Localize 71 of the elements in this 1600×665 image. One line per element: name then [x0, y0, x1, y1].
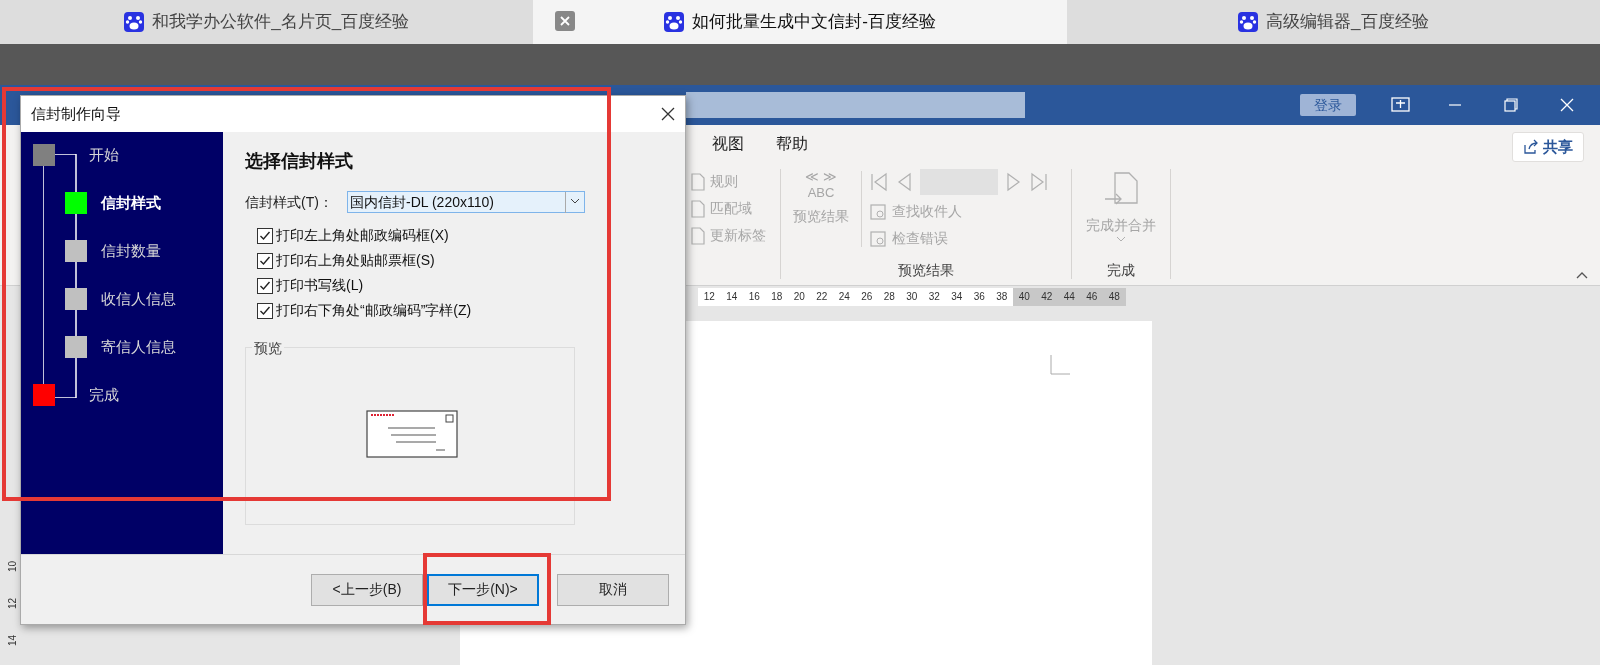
group-label: 预览结果 — [897, 261, 955, 280]
share-button[interactable]: 共享 — [1512, 132, 1584, 162]
collapse-icon[interactable] — [1576, 271, 1588, 279]
tab-title: 如何批量生成中文信封-百度经验 — [692, 11, 936, 34]
find-icon — [870, 202, 888, 221]
ruler-number: 46 — [1080, 287, 1103, 306]
document-icon — [690, 199, 706, 218]
step-label: 信封数量 — [101, 241, 161, 261]
caret-icon — [1116, 236, 1126, 242]
arrows-glyph: ≪ ≫ — [805, 169, 837, 186]
ruler-number: 30 — [900, 287, 923, 306]
document-icon — [690, 226, 706, 245]
margin-corner-icon — [1050, 355, 1070, 375]
step-label: 收信人信息 — [101, 289, 176, 309]
abc-glyph: ABC — [807, 185, 835, 202]
ruler-number: 42 — [1035, 287, 1058, 306]
checkbox[interactable] — [257, 227, 273, 244]
close-icon[interactable] — [661, 107, 675, 121]
dialog-button[interactable]: 下一步(N)> — [427, 573, 539, 606]
ruler-number: 18 — [765, 287, 788, 306]
step-label: 完成 — [89, 385, 119, 405]
dialog-title: 信封制作向导 — [31, 103, 121, 124]
step-label: 开始 — [89, 145, 119, 165]
style-dropdown[interactable]: 国内信封-DL (220x110) — [347, 191, 585, 213]
ruler-number: 32 — [923, 287, 946, 306]
ruler-number: 20 — [788, 287, 811, 306]
checkbox[interactable] — [257, 252, 273, 269]
field-label: 信封样式(T)： — [245, 192, 334, 212]
ruler-number: 26 — [855, 287, 878, 306]
ruler-number: 16 — [743, 287, 766, 306]
ruler-number: 10 — [6, 560, 19, 573]
login-button[interactable]: 登录 — [1300, 94, 1356, 116]
ruler-number: 14 — [6, 634, 19, 647]
document-icon — [690, 172, 706, 191]
paw-icon — [664, 12, 685, 32]
ruler-number: 48 — [1103, 287, 1126, 306]
option-label: 打印书写线(L) — [276, 276, 364, 295]
ruler-number: 28 — [878, 287, 901, 306]
ruler-number: 12 — [6, 597, 19, 610]
tab-title: 高级编辑器_百度经验 — [1266, 11, 1429, 34]
dialog-button[interactable]: <上一步(B) — [311, 573, 423, 606]
check-icon — [870, 229, 888, 248]
group-label: 完成 — [1107, 261, 1135, 280]
ribbon-display-icon[interactable] — [1390, 96, 1412, 114]
checkbox[interactable] — [257, 277, 273, 294]
ruler-number: 12 — [698, 287, 721, 306]
step-heading: 选择信封样式 — [245, 150, 354, 173]
ruler-number: 38 — [990, 287, 1013, 306]
restore-icon[interactable] — [1504, 98, 1518, 112]
tab-title: 和我学办公软件_名片页_百度经验 — [152, 11, 410, 34]
step-label: 信封样式 — [101, 193, 161, 213]
ruler-number: 22 — [810, 287, 833, 306]
browser-tab[interactable]: 如何批量生成中文信封-百度经验 — [533, 0, 1067, 44]
ruler-number: 24 — [833, 287, 856, 306]
ribbon-tab[interactable]: 帮助 — [776, 132, 808, 156]
option-label: 打印右下角处“邮政编码”字样(Z) — [276, 301, 472, 320]
option-label: 打印左上角处邮政编码框(X) — [276, 226, 449, 245]
share-icon — [1523, 139, 1539, 155]
paw-icon — [124, 12, 145, 32]
ruler-number: 34 — [945, 287, 968, 306]
ruler-number: 44 — [1058, 287, 1081, 306]
ribbon-tab[interactable]: 视图 — [712, 132, 744, 156]
button-label: 预览结果 — [793, 207, 849, 225]
step-label: 寄信人信息 — [101, 337, 176, 357]
dialog-button[interactable]: 取消 — [557, 573, 669, 606]
ruler-number: 14 — [720, 287, 743, 306]
option-label: 打印右上角处贴邮票框(S) — [276, 251, 435, 270]
paw-icon — [1238, 12, 1259, 32]
ruler-number: 36 — [968, 287, 991, 306]
checkbox[interactable] — [257, 302, 273, 319]
ruler-number: 40 — [1013, 287, 1036, 306]
